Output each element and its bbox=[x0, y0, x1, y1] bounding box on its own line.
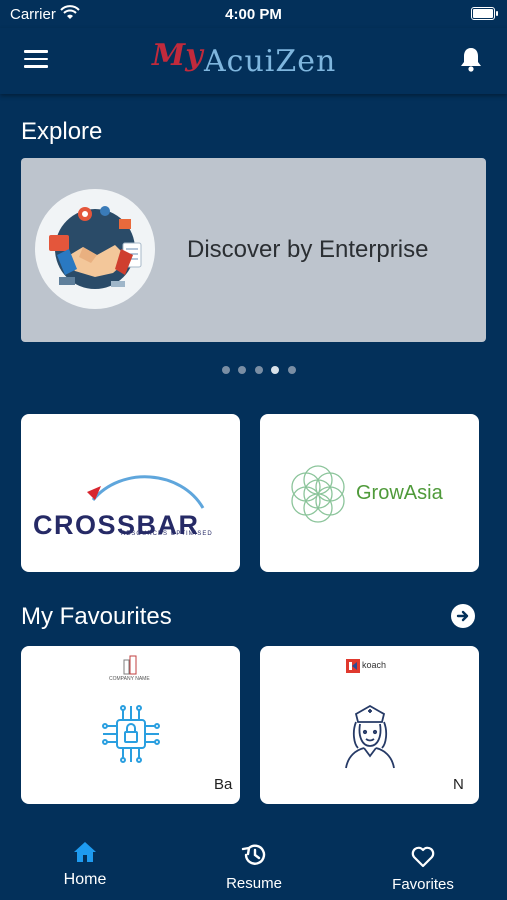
nurse-icon bbox=[345, 704, 395, 769]
heart-icon bbox=[411, 846, 435, 868]
clock: 4:00 PM bbox=[225, 6, 282, 23]
growasia-logo: GrowAsia bbox=[356, 482, 443, 504]
hamburger-icon[interactable] bbox=[24, 50, 48, 70]
crossbar-logo-arc bbox=[87, 475, 205, 509]
growasia-flower-icon bbox=[291, 465, 345, 523]
enterprise-card-growasia[interactable]: GrowAsia bbox=[260, 414, 479, 572]
explore-banner[interactable]: Discover by Enterprise bbox=[21, 158, 486, 342]
explore-title: Explore bbox=[21, 118, 103, 145]
bell-icon[interactable] bbox=[459, 46, 483, 72]
favourites-title: My Favourites bbox=[21, 603, 172, 630]
koach-logo-icon bbox=[346, 659, 360, 673]
banner-title: Discover by Enterprise bbox=[187, 236, 429, 263]
carousel-dot-active[interactable] bbox=[271, 366, 280, 374]
carousel-dot[interactable] bbox=[287, 366, 296, 374]
battery-icon bbox=[471, 7, 498, 20]
status-bar: Carrier 4:00 PM bbox=[0, 0, 507, 28]
enterprise-card-crossbar[interactable]: CROSSBAR RESOURCES OPTIMISED bbox=[21, 414, 240, 572]
favourite-card[interactable]: koach N bbox=[260, 646, 479, 804]
bottom-tab-bar: Home Resume Favorites bbox=[0, 820, 507, 900]
favourite-title: Ba bbox=[214, 776, 233, 793]
tab-resume-label: Resume bbox=[226, 875, 282, 892]
home-icon bbox=[74, 842, 96, 862]
favourite-title: N bbox=[453, 776, 464, 793]
history-icon bbox=[241, 844, 266, 865]
see-all-favourites-button[interactable] bbox=[451, 604, 475, 628]
favourite-brand-caption: koach bbox=[362, 660, 387, 670]
app-logo: My AcuiZen bbox=[152, 36, 362, 86]
chip-lock-icon bbox=[102, 705, 160, 763]
carousel-dot[interactable] bbox=[254, 366, 263, 374]
tab-resume[interactable]: Resume bbox=[220, 842, 288, 892]
favourite-brand-caption: COMPANY NAME bbox=[109, 676, 150, 682]
favourite-card[interactable]: COMPANY NAME Ba bbox=[21, 646, 240, 804]
logo-script: My bbox=[152, 38, 203, 73]
tab-home[interactable]: Home bbox=[55, 840, 115, 889]
app-header: My AcuiZen bbox=[0, 28, 507, 94]
carousel-dot[interactable] bbox=[222, 366, 230, 374]
arrow-right-icon bbox=[456, 610, 469, 622]
company-logo-icon bbox=[123, 655, 137, 675]
tab-home-label: Home bbox=[63, 871, 107, 888]
tab-favorites-label: Favorites bbox=[392, 876, 454, 893]
handshake-illustration bbox=[35, 189, 155, 309]
crossbar-tagline: RESOURCES OPTIMISED bbox=[121, 531, 213, 537]
logo-name: AcuiZen bbox=[204, 44, 337, 79]
carousel-dot[interactable] bbox=[238, 366, 247, 374]
carousel-dots bbox=[222, 361, 300, 374]
tab-favorites[interactable]: Favorites bbox=[388, 845, 458, 893]
